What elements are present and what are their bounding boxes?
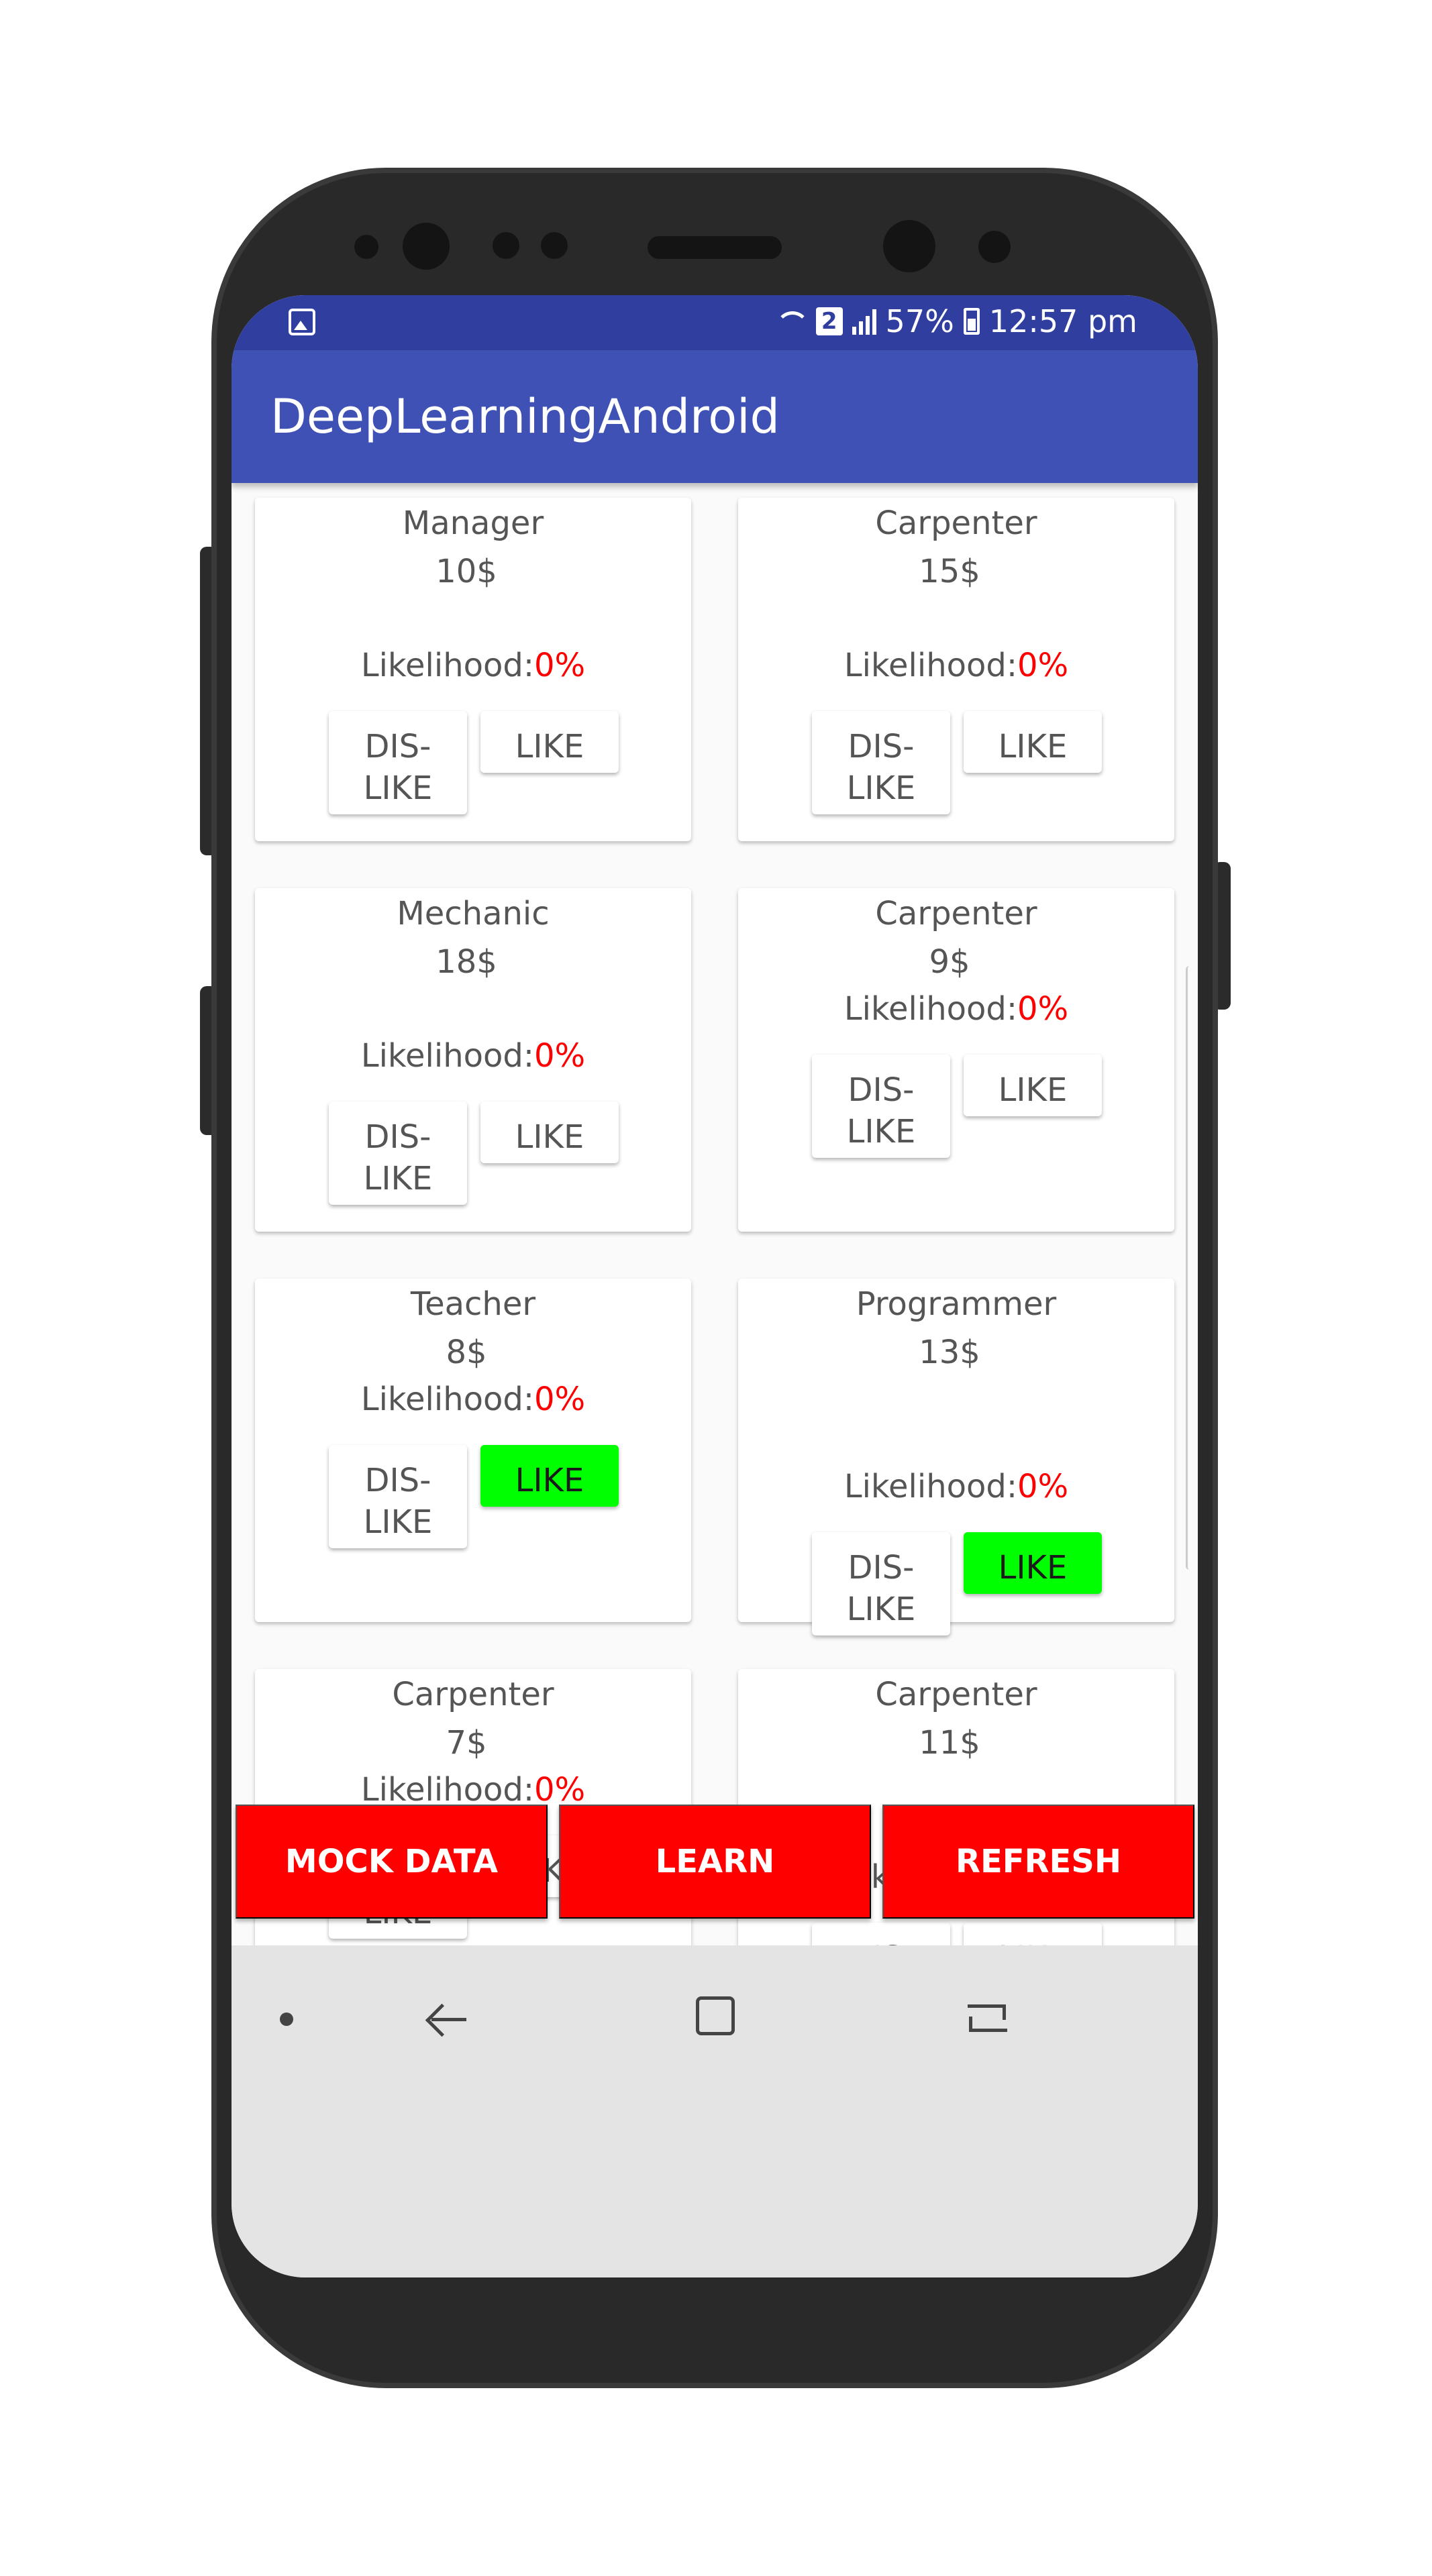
scrollbar[interactable] (1186, 966, 1192, 1570)
wifi-icon (772, 307, 809, 335)
job-card: Carpenter 9$ Likelihood:0% DIS- LIKE LIKE (738, 888, 1174, 1232)
job-price: 8$ (446, 1334, 487, 1371)
dislike-button[interactable]: DIS- LIKE (812, 711, 950, 814)
likelihood-text: Likelihood: (360, 1381, 534, 1418)
job-card: Teacher 8$ Likelihood:0% DIS- LIKE LIKE (255, 1279, 691, 1622)
likelihood-label: Likelihood:0% (255, 1381, 691, 1418)
dislike-button[interactable]: DIS- LIKE (812, 1532, 950, 1635)
likelihood-value: 0% (534, 1037, 586, 1075)
home-icon[interactable] (696, 1996, 735, 2035)
battery-icon (963, 308, 980, 335)
likelihood-label: Likelihood:0% (255, 1037, 691, 1075)
job-card: Mechanic 18$ Likelihood:0% DIS- LIKE LIKE (255, 888, 691, 1232)
sensor-dot (978, 231, 1011, 263)
likelihood-label: Likelihood:0% (255, 647, 691, 684)
job-title: Mechanic (397, 895, 550, 932)
job-card: Manager 10$ Likelihood:0% DIS- LIKE LIKE (255, 498, 691, 841)
likelihood-value: 0% (1017, 1468, 1069, 1505)
likelihood-text: Likelihood: (843, 647, 1017, 684)
likelihood-value: 0% (1017, 647, 1069, 684)
back-icon[interactable] (426, 1999, 466, 2039)
clock: 12:57 pm (988, 303, 1137, 339)
app-title: DeepLearningAndroid (270, 389, 780, 444)
job-price: 10$ (436, 553, 497, 590)
sensor-dot (354, 235, 378, 259)
sensor-dot (541, 232, 568, 259)
dislike-button[interactable]: DIS- LIKE (329, 711, 467, 814)
likelihood-text: Likelihood: (843, 990, 1017, 1028)
likelihood-value: 0% (534, 1771, 586, 1809)
like-button[interactable]: LIKE (964, 1532, 1102, 1594)
like-button[interactable]: LIKE (964, 711, 1102, 773)
nav-hint-dot-icon (280, 2012, 293, 2026)
likelihood-label: Likelihood:0% (255, 1771, 691, 1809)
likelihood-label: Likelihood:0% (738, 990, 1174, 1028)
app-bar: DeepLearningAndroid (232, 350, 1198, 483)
iris-camera (883, 220, 935, 272)
sensor-dot (493, 232, 519, 259)
screen: 2 57% 12:57 pm DeepLearningAndroid Manag… (232, 295, 1198, 2277)
job-price: 9$ (929, 943, 970, 981)
refresh-button[interactable]: REFRESH (882, 1805, 1194, 1919)
likelihood-text: Likelihood: (843, 1468, 1017, 1505)
image-icon (289, 309, 315, 335)
status-bar: 2 57% 12:57 pm (232, 295, 1198, 350)
signal-icon (852, 308, 876, 335)
navigation-bar (232, 1945, 1198, 2277)
like-button[interactable]: LIKE (480, 711, 619, 773)
sim-badge: 2 (815, 307, 843, 335)
job-title: Teacher (410, 1285, 536, 1323)
likelihood-text: Likelihood: (360, 647, 534, 684)
job-title: Carpenter (875, 504, 1037, 542)
recent-apps-icon[interactable] (966, 1998, 1007, 2038)
likelihood-text: Likelihood: (360, 1771, 534, 1809)
job-price: 18$ (436, 943, 497, 981)
learn-button[interactable]: LEARN (559, 1805, 871, 1919)
like-button[interactable]: LIKE (480, 1102, 619, 1163)
action-bar: MOCK DATA LEARN REFRESH (232, 1805, 1198, 1919)
like-button[interactable]: LIKE (964, 1055, 1102, 1116)
job-price: 11$ (919, 1724, 980, 1762)
job-title: Carpenter (875, 895, 1037, 932)
job-title: Carpenter (875, 1676, 1037, 1713)
battery-percent: 57% (885, 303, 954, 339)
job-price: 15$ (919, 553, 980, 590)
job-title: Carpenter (392, 1676, 554, 1713)
job-title: Programmer (856, 1285, 1057, 1323)
mock-data-button[interactable]: MOCK DATA (236, 1805, 548, 1919)
dislike-button[interactable]: DIS- LIKE (812, 1055, 950, 1158)
dislike-button[interactable]: DIS- LIKE (329, 1445, 467, 1548)
job-price: 7$ (446, 1724, 487, 1762)
likelihood-value: 0% (534, 1381, 586, 1418)
front-camera (403, 223, 450, 270)
dislike-button[interactable]: DIS- LIKE (329, 1102, 467, 1205)
status-indicators: 2 57% 12:57 pm (772, 303, 1137, 339)
likelihood-value: 0% (1017, 990, 1069, 1028)
job-price: 13$ (919, 1334, 980, 1371)
job-card: Carpenter 15$ Likelihood:0% DIS- LIKE LIKE (738, 498, 1174, 841)
job-card: Programmer 13$ Likelihood:0% DIS- LIKE LIKE (738, 1279, 1174, 1635)
job-title: Manager (402, 504, 544, 542)
likelihood-label: Likelihood:0% (738, 1468, 1174, 1505)
device-scene: 2 57% 12:57 pm DeepLearningAndroid Manag… (0, 0, 1432, 2576)
likelihood-label: Likelihood:0% (738, 647, 1174, 684)
earpiece-speaker (648, 236, 782, 259)
likelihood-value: 0% (534, 647, 586, 684)
like-button[interactable]: LIKE (480, 1445, 619, 1507)
likelihood-text: Likelihood: (360, 1037, 534, 1075)
